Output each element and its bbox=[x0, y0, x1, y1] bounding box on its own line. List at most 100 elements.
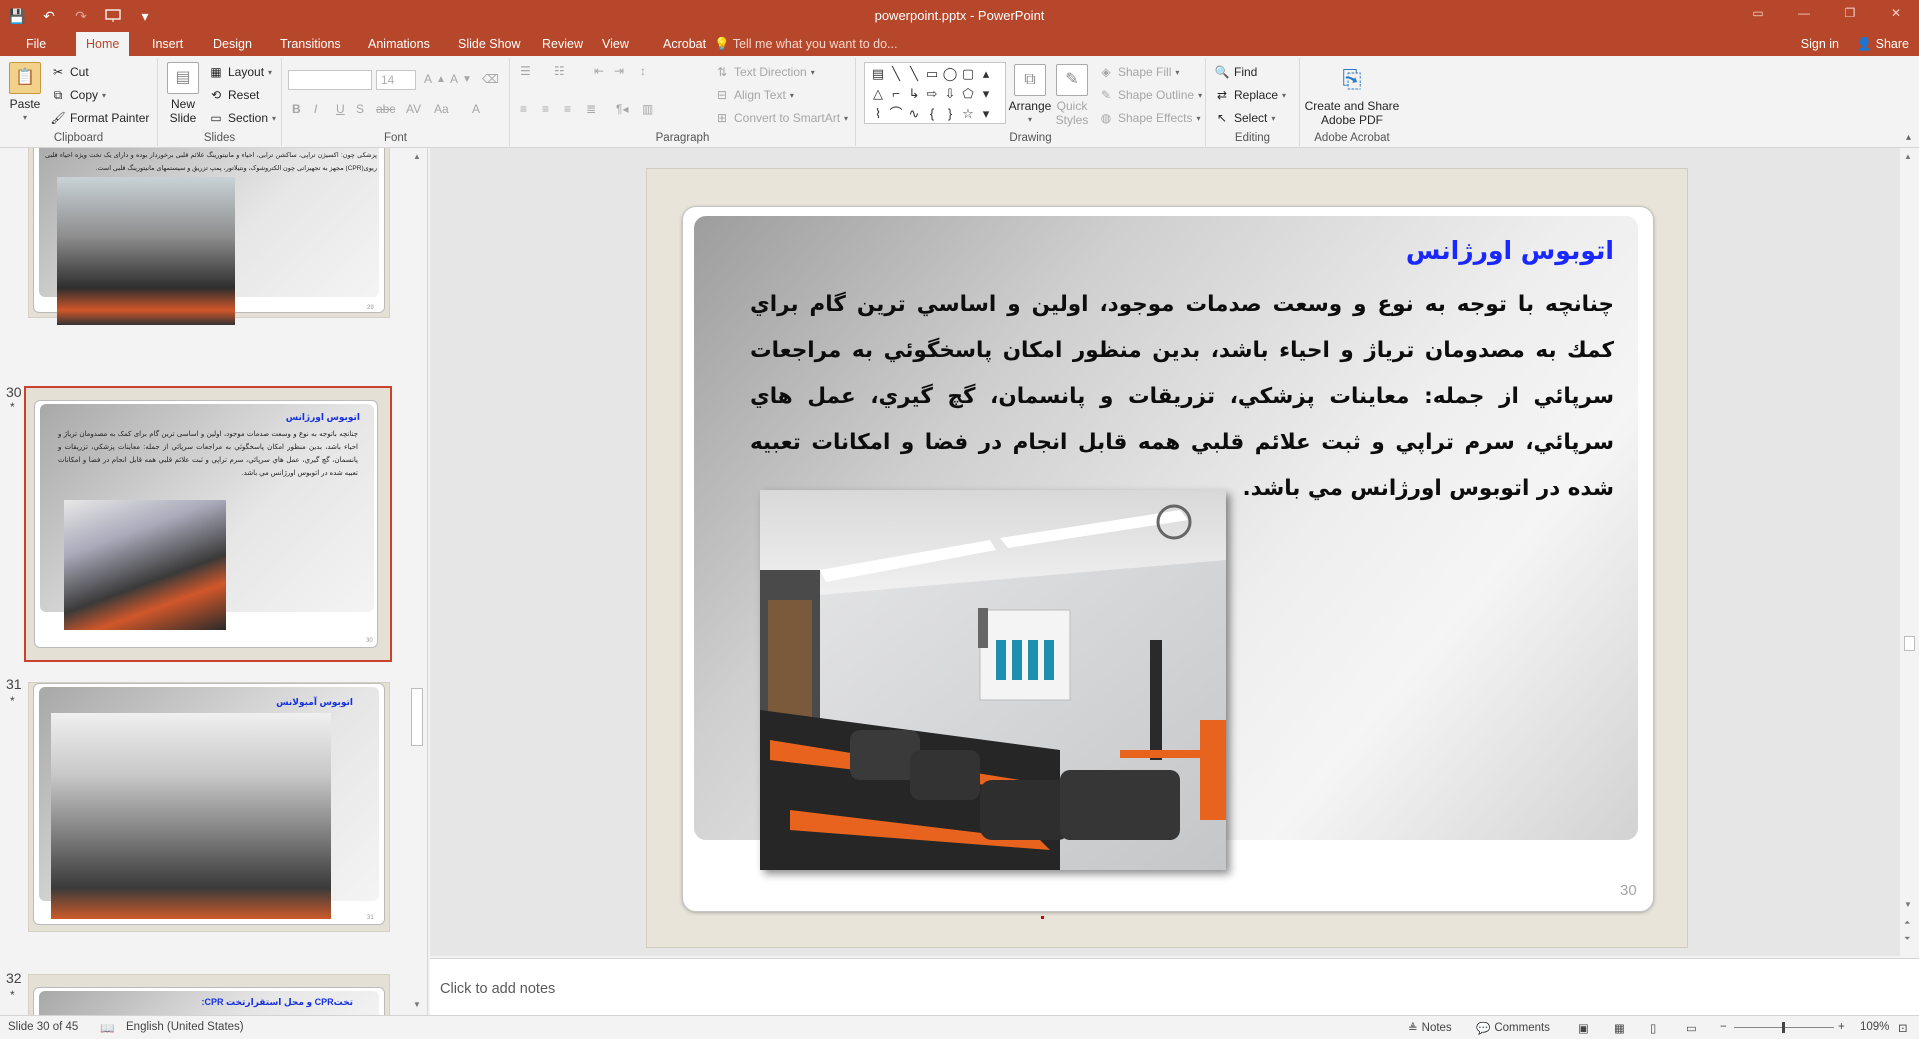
bold-icon[interactable]: B bbox=[292, 102, 301, 116]
tell-me-search[interactable]: 💡 Tell me what you want to do... bbox=[714, 32, 897, 56]
slide-thumbnail-pane[interactable]: پزشکی چون: اکسیژن تراپی، ساکشن ترابی، اح… bbox=[0, 148, 428, 1015]
collapse-ribbon-icon[interactable]: ▴ bbox=[1906, 132, 1911, 143]
tab-home[interactable]: Home bbox=[76, 32, 130, 56]
align-text-button[interactable]: ⊟ Align Text ▾ bbox=[714, 87, 794, 103]
restore-icon[interactable]: ❐ bbox=[1827, 0, 1873, 26]
zoom-slider-thumb[interactable] bbox=[1782, 1022, 1785, 1033]
change-case-icon[interactable]: Aa bbox=[434, 102, 449, 116]
shrink-font-icon[interactable]: A ▼ bbox=[450, 72, 472, 86]
font-size-box[interactable]: 14 bbox=[376, 70, 416, 90]
scroll-down-icon[interactable]: ▼ bbox=[1904, 900, 1912, 909]
shape-fill-button[interactable]: ◈ Shape Fill ▾ bbox=[1098, 64, 1179, 80]
grow-font-icon[interactable]: A ▲ bbox=[424, 72, 446, 86]
tab-insert[interactable]: Insert bbox=[142, 32, 193, 56]
convert-to-smartart-button[interactable]: ⊞ Convert to SmartArt ▾ bbox=[714, 110, 848, 126]
copy-button[interactable]: ⧉ Copy ▾ bbox=[50, 87, 106, 103]
bullets-icon[interactable]: ☰ bbox=[520, 64, 531, 78]
oval-shape-icon[interactable]: ◯ bbox=[941, 64, 959, 84]
language-indicator[interactable]: English (United States) bbox=[126, 1021, 244, 1033]
normal-view-icon[interactable]: ▣ bbox=[1578, 1021, 1589, 1035]
gallery-up-icon[interactable]: ▴ bbox=[977, 64, 995, 84]
elbow-connector-icon[interactable]: ⌐ bbox=[887, 84, 905, 104]
down-arrow-shape-icon[interactable]: ⇩ bbox=[941, 84, 959, 104]
slide-body-text[interactable]: چنانچه با توجه به نوع و وسعت صدمات موجود… bbox=[750, 282, 1614, 512]
text-direction-button[interactable]: ⇅ Text Direction ▾ bbox=[714, 64, 815, 80]
arc-shape-icon[interactable]: ⌒ bbox=[887, 104, 905, 124]
strikethrough-icon[interactable]: abc bbox=[376, 102, 395, 116]
section-button[interactable]: ▭ Section ▾ bbox=[208, 110, 276, 126]
replace-button[interactable]: ⇄ Replace ▾ bbox=[1214, 87, 1286, 103]
character-spacing-icon[interactable]: AV bbox=[406, 102, 421, 116]
shadow-icon[interactable]: S bbox=[356, 102, 364, 116]
decrease-indent-icon[interactable]: ⇤ bbox=[594, 64, 604, 78]
tab-design[interactable]: Design bbox=[203, 32, 262, 56]
arrange-button[interactable]: ⧉ Arrange ▾ bbox=[1008, 64, 1052, 127]
italic-icon[interactable]: I bbox=[314, 102, 317, 116]
tab-file[interactable]: File bbox=[16, 32, 56, 56]
underline-icon[interactable]: U bbox=[336, 102, 345, 116]
notes-pane[interactable]: Click to add notes bbox=[430, 958, 1919, 1015]
shape-effects-button[interactable]: ◍ Shape Effects ▾ bbox=[1098, 110, 1201, 126]
slide-thumbnail[interactable]: اتوبوس آمبولانس 31 bbox=[28, 682, 390, 932]
paste-button[interactable]: 📋 Paste ▾ bbox=[6, 62, 44, 125]
zoom-level[interactable]: 109% bbox=[1860, 1021, 1889, 1033]
zoom-out-icon[interactable]: − bbox=[1720, 1021, 1727, 1033]
format-painter-button[interactable]: 🖌 Format Painter bbox=[50, 110, 149, 126]
tab-view[interactable]: View bbox=[592, 32, 639, 56]
line-shape-icon[interactable]: ╲ bbox=[905, 64, 923, 84]
tab-animations[interactable]: Animations bbox=[358, 32, 440, 56]
find-button[interactable]: 🔍 Find bbox=[1214, 64, 1258, 80]
next-slide-icon[interactable]: ⏷ bbox=[1904, 934, 1910, 944]
scrollbar-thumb[interactable] bbox=[411, 688, 423, 746]
scroll-up-icon[interactable]: ▲ bbox=[1904, 152, 1912, 161]
scroll-down-icon[interactable]: ▼ bbox=[412, 1000, 422, 1010]
previous-slide-icon[interactable]: ⏶ bbox=[1904, 918, 1910, 928]
spell-check-icon[interactable]: 📖 bbox=[100, 1021, 114, 1035]
tab-review[interactable]: Review bbox=[532, 32, 593, 56]
notes-toggle[interactable]: ≜ Notes bbox=[1408, 1021, 1452, 1035]
new-slide-button[interactable]: ▤ New Slide bbox=[162, 62, 204, 125]
ribbon-display-options-icon[interactable]: ▭ bbox=[1735, 0, 1781, 26]
clear-formatting-icon[interactable]: ⌫ bbox=[482, 72, 499, 86]
align-center-icon[interactable]: ≡ bbox=[542, 102, 549, 116]
brace-right-icon[interactable]: } bbox=[941, 104, 959, 124]
right-arrow-shape-icon[interactable]: ⇨ bbox=[923, 84, 941, 104]
scroll-up-icon[interactable]: ▲ bbox=[412, 152, 422, 162]
numbering-icon[interactable]: ☷ bbox=[554, 64, 565, 78]
connector-icon[interactable]: ↳ bbox=[905, 84, 923, 104]
tab-transitions[interactable]: Transitions bbox=[270, 32, 351, 56]
slide-thumbnail[interactable]: پزشکی چون: اکسیژن تراپی، ساکشن ترابی، اح… bbox=[28, 148, 390, 325]
slide-title[interactable]: اتوبوس اورژانس bbox=[1406, 236, 1614, 265]
brace-left-icon[interactable]: { bbox=[923, 104, 941, 124]
reading-view-icon[interactable]: ▯ bbox=[1650, 1021, 1656, 1035]
line-shape-icon[interactable]: ╲ bbox=[887, 64, 905, 84]
pentagon-shape-icon[interactable]: ⬠ bbox=[959, 84, 977, 104]
textbox-shape-icon[interactable]: ▤ bbox=[869, 64, 887, 84]
minimize-icon[interactable]: — bbox=[1781, 0, 1827, 26]
notes-placeholder[interactable]: Click to add notes bbox=[440, 981, 555, 997]
sign-in-link[interactable]: Sign in bbox=[1801, 32, 1839, 56]
right-to-left-icon[interactable]: ¶◂ bbox=[616, 102, 628, 116]
triangle-shape-icon[interactable]: △ bbox=[869, 84, 887, 104]
line-spacing-icon[interactable]: ↕ bbox=[640, 64, 646, 78]
increase-indent-icon[interactable]: ⇥ bbox=[614, 64, 624, 78]
cut-button[interactable]: ✂ Cut bbox=[50, 64, 89, 80]
editor-scrollbar[interactable]: ▲ ▼ ⏶ ⏷ bbox=[1900, 148, 1919, 956]
font-color-icon[interactable]: A bbox=[472, 102, 480, 116]
curve-shape-icon[interactable]: ⌇ bbox=[869, 104, 887, 124]
create-share-pdf-button[interactable]: ⎘ Create and Share Adobe PDF bbox=[1302, 64, 1402, 128]
quick-styles-button[interactable]: ✎ Quick Styles bbox=[1052, 64, 1092, 127]
tab-acrobat[interactable]: Acrobat bbox=[653, 32, 716, 56]
justify-icon[interactable]: ≣ bbox=[586, 102, 596, 116]
close-icon[interactable]: ✕ bbox=[1873, 0, 1919, 26]
gallery-down-icon[interactable]: ▾ bbox=[977, 84, 995, 104]
gallery-more-icon[interactable]: ▾ bbox=[977, 104, 995, 124]
align-right-icon[interactable]: ≡ bbox=[564, 102, 571, 116]
slide-show-icon[interactable]: ▭ bbox=[1686, 1021, 1697, 1035]
tab-slide-show[interactable]: Slide Show bbox=[448, 32, 531, 56]
slide-thumbnail-selected[interactable]: اتوبوس اورژانس چنانچه باتوجه به نوع و وس… bbox=[24, 386, 392, 662]
share-button[interactable]: 👤 Share bbox=[1857, 32, 1909, 56]
wave-shape-icon[interactable]: ∿ bbox=[905, 104, 923, 124]
shape-outline-button[interactable]: ✎ Shape Outline ▾ bbox=[1098, 87, 1202, 103]
layout-button[interactable]: ▦ Layout ▾ bbox=[208, 64, 272, 80]
